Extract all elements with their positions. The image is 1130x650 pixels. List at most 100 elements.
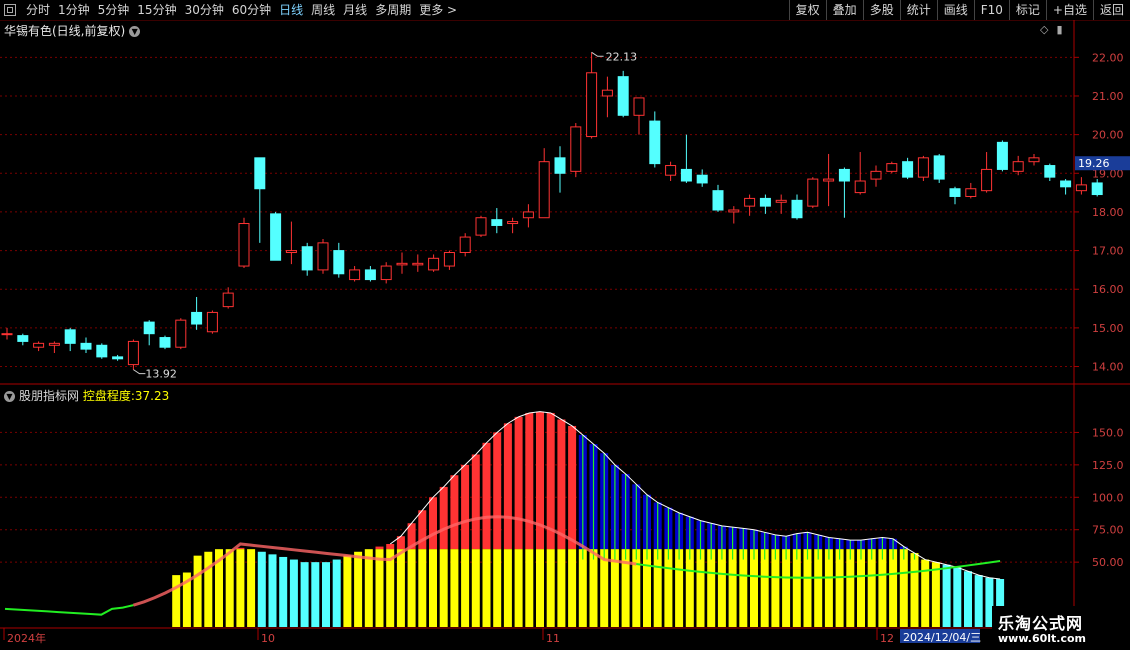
indicator-bar — [739, 549, 748, 627]
indicator-bar — [771, 549, 780, 627]
indicator-bar — [482, 549, 491, 627]
indicator-bar — [300, 562, 309, 627]
candle-body — [854, 180, 866, 194]
indicator-bar — [354, 551, 363, 627]
indicator-bar — [899, 549, 908, 627]
indicator-bar — [536, 549, 544, 627]
indicator-bar — [525, 549, 534, 627]
indicator-bar — [589, 549, 598, 627]
indicator-bar — [375, 549, 384, 627]
indicator-bar — [675, 549, 684, 627]
candle-body — [364, 269, 376, 281]
candle-body — [191, 311, 203, 325]
candle-body — [396, 262, 408, 266]
high-annotation: 22.13 — [606, 50, 638, 63]
candle-body — [917, 157, 929, 178]
candle-body — [112, 356, 124, 360]
candle-body — [270, 213, 282, 261]
candle-body — [1028, 157, 1040, 163]
candle-body — [33, 342, 45, 348]
indicator-bar — [461, 549, 470, 627]
candle-body — [80, 342, 92, 350]
price-axis-label: 21.00 — [1092, 90, 1124, 103]
indicator-axis-label: 125.0 — [1092, 459, 1124, 472]
candle-body — [459, 236, 471, 254]
candle-body — [206, 311, 218, 333]
candle-body — [285, 250, 297, 254]
candle-body — [665, 165, 677, 176]
candle-body — [601, 89, 613, 97]
candle-body — [759, 197, 771, 207]
indicator-bar — [568, 549, 577, 627]
indicator-bar — [857, 549, 865, 627]
indicator-bar — [685, 549, 694, 627]
indicator-bar — [910, 553, 919, 627]
indicator-bar — [322, 562, 330, 627]
price-axis-label: 22.00 — [1092, 51, 1124, 64]
indicator-bar — [824, 549, 833, 627]
candle-body — [949, 188, 961, 197]
indicator-bar — [889, 549, 898, 627]
candle-body — [981, 168, 993, 192]
candle-body — [744, 197, 756, 207]
price-axis-label: 16.00 — [1092, 283, 1124, 296]
indicator-bar — [418, 549, 427, 627]
candle-body — [159, 337, 171, 348]
indicator-bar — [632, 549, 641, 627]
indicator-bar — [664, 549, 673, 627]
candle-body — [254, 157, 266, 190]
indicator-bar — [546, 549, 555, 627]
indicator-bar — [257, 551, 266, 627]
candle-body — [586, 72, 598, 138]
indicator-bar — [289, 559, 298, 627]
indicator-bar — [450, 549, 459, 627]
candle-body — [965, 188, 977, 197]
price-axis-label: 18.00 — [1092, 206, 1124, 219]
indicator-bar-upper — [525, 412, 534, 550]
candle-body — [1060, 180, 1072, 188]
candle-body — [933, 155, 945, 180]
candle-body — [617, 76, 629, 116]
candle-body — [317, 242, 329, 271]
indicator-bar-upper — [375, 546, 384, 550]
candle-body — [507, 221, 519, 225]
candle-body — [823, 178, 835, 182]
indicator-bar — [974, 575, 983, 627]
candle-body — [696, 174, 708, 184]
indicator-bar — [279, 556, 288, 627]
indicator-bar — [236, 549, 245, 627]
watermark-line2: www.60lt.com — [998, 632, 1087, 645]
candle-body — [143, 321, 155, 335]
candle-body — [554, 157, 566, 174]
candle-body — [443, 252, 455, 267]
indicator-bar — [493, 549, 502, 627]
chart-canvas[interactable]: 22.0021.0020.0019.0018.0017.0016.0015.00… — [0, 0, 1130, 650]
candle-body — [712, 190, 724, 211]
indicator-envelope-line — [389, 411, 1001, 580]
candle-body — [175, 319, 187, 348]
date-axis-label: 2024年 — [7, 631, 46, 645]
candle-body — [64, 329, 76, 344]
candle-body — [380, 265, 392, 281]
price-axis-label: 14.00 — [1092, 361, 1124, 374]
indicator-bar — [407, 549, 416, 627]
indicator-bar — [878, 549, 887, 627]
indicator-bar-upper — [514, 416, 523, 550]
candle-body — [728, 209, 740, 213]
candle-body — [996, 141, 1008, 170]
date-axis-label: 10 — [261, 632, 275, 645]
indicator-bar — [364, 549, 373, 627]
price-axis-label: 20.00 — [1092, 129, 1124, 142]
candle-body — [96, 344, 108, 358]
indicator-bar — [707, 549, 716, 627]
indicator-bar — [803, 549, 812, 627]
date-axis-label: 11 — [546, 632, 560, 645]
indicator-bar-upper — [493, 432, 502, 550]
cursor-date-label: 2024/12/04/三 — [903, 631, 981, 644]
low-marker-line — [133, 369, 146, 375]
candle-body — [238, 223, 250, 267]
indicator-bar-upper — [386, 543, 395, 550]
indicator-bar-upper — [536, 411, 544, 550]
candle-body — [301, 246, 313, 271]
indicator-bar — [760, 549, 769, 627]
